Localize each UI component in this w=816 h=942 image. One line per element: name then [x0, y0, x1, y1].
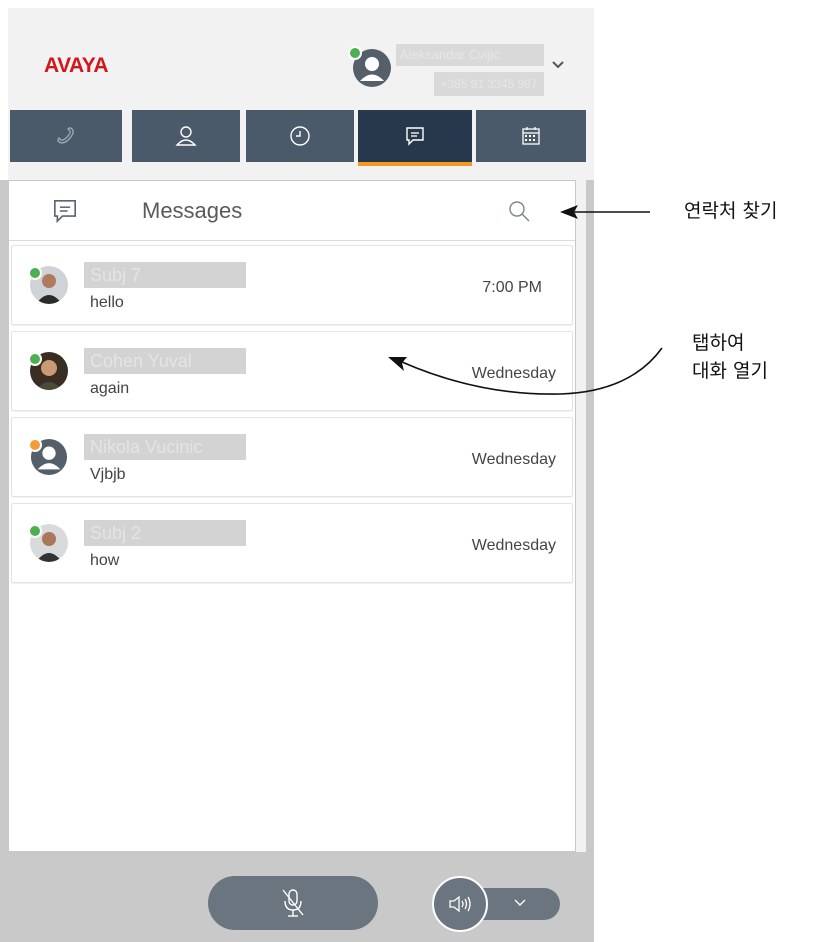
message-time: Wednesday [471, 451, 556, 468]
presence-badge [28, 524, 42, 538]
user-avatar[interactable] [348, 46, 392, 88]
message-preview: Vjbjb [90, 466, 126, 483]
message-time: Wednesday [471, 537, 556, 554]
left-rail [0, 180, 8, 942]
contact-name: Subj 2 [84, 520, 246, 546]
search-icon[interactable] [506, 198, 532, 229]
contact-name: Nikola Vucinic [84, 434, 246, 460]
conversation-row[interactable]: Nikola Vucinic Vjbjb Wednesday [11, 417, 573, 497]
message-preview: hello [90, 294, 124, 311]
contact-name: Subj 7 [84, 262, 246, 288]
contact-icon [175, 126, 197, 146]
message-time: Wednesday [471, 365, 556, 382]
user-number: +385 91 3345 987 [434, 72, 544, 96]
annotation-tap-line1: 탭하여 [692, 332, 745, 354]
presence-badge [28, 266, 42, 280]
user-presence-badge [348, 46, 362, 60]
presence-badge [28, 438, 42, 452]
message-preview: how [90, 552, 120, 569]
message-preview: again [90, 380, 130, 397]
annotation-search-contacts: 연락처 찾기 [684, 200, 778, 222]
history-icon [290, 126, 310, 146]
microphone-muted-icon [282, 889, 304, 917]
message-time: 7:00 PM [482, 279, 542, 296]
audio-options-chevron-icon[interactable] [512, 896, 528, 915]
avaya-logo: AVAYA [44, 54, 109, 77]
conversation-row[interactable]: Subj 7 hello 7:00 PM [11, 245, 573, 325]
tab-history[interactable] [246, 110, 354, 162]
tab-contacts[interactable] [132, 110, 240, 162]
user-name: Aleksandar Cvijic [396, 44, 544, 66]
conversation-row[interactable]: Cohen Yuval again Wednesday [11, 331, 573, 411]
tab-calendar[interactable] [476, 110, 586, 162]
phone-icon [57, 127, 74, 144]
mute-button[interactable] [208, 876, 378, 930]
annotation-tap-line2: 대화 열기 [692, 360, 768, 382]
panel-header: Messages [9, 181, 575, 241]
tab-messages[interactable] [358, 110, 472, 166]
presence-badge [28, 352, 42, 366]
calendar-icon [522, 127, 540, 145]
conversation-row[interactable]: Subj 2 how Wednesday [11, 503, 573, 583]
right-rail [586, 180, 594, 942]
speaker-button[interactable] [432, 876, 488, 932]
messages-panel: Messages Subj 7 hello 7:00 PM Cohen Yuva… [8, 180, 576, 852]
contact-name: Cohen Yuval [84, 348, 246, 374]
messages-header-icon [51, 197, 79, 230]
speaker-icon [449, 895, 471, 913]
page-title: Messages [142, 198, 243, 223]
messages-icon [406, 127, 424, 146]
user-menu-chevron-icon[interactable] [550, 56, 566, 72]
tab-phone[interactable] [10, 110, 122, 162]
